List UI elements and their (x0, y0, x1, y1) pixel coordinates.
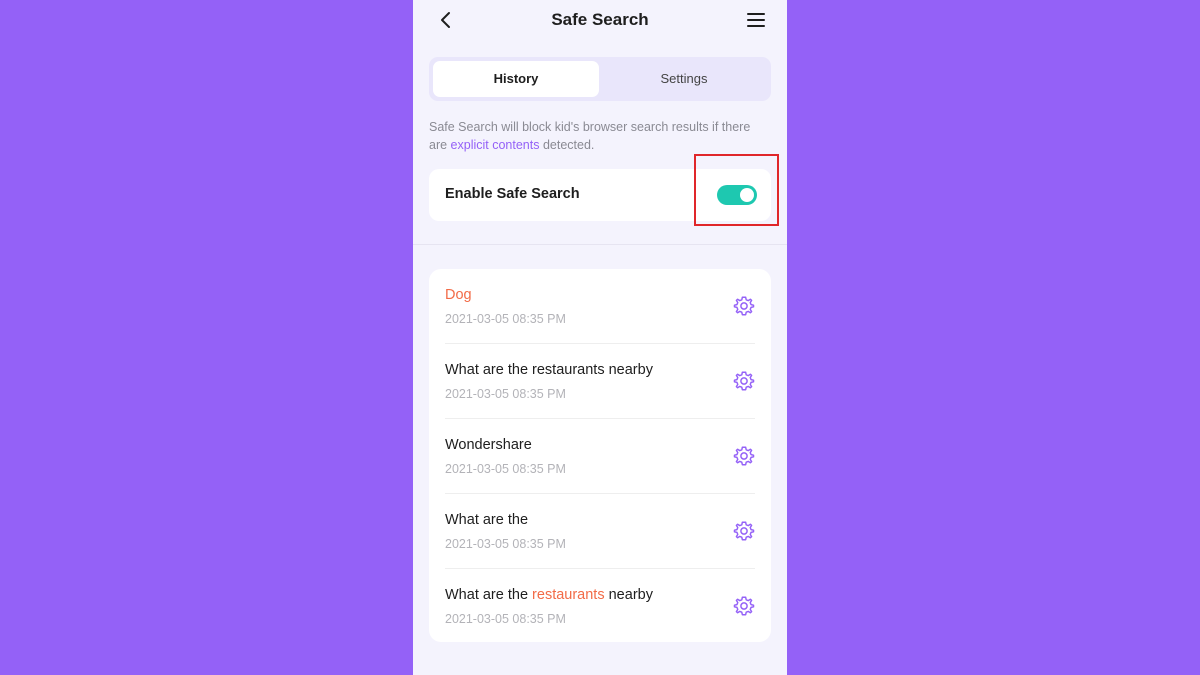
header: Safe Search (413, 0, 787, 42)
tab-settings[interactable]: Settings (601, 61, 767, 97)
list-item[interactable]: Wondershare 2021-03-05 08:35 PM (429, 419, 771, 494)
item-title-after: nearby (604, 587, 653, 603)
item-time: 2021-03-05 08:35 PM (445, 387, 566, 401)
item-time: 2021-03-05 08:35 PM (445, 537, 566, 551)
list-item[interactable]: What are the restaurants nearby 2021-03-… (429, 344, 771, 419)
list-item[interactable]: Dog 2021-03-05 08:35 PM (429, 269, 771, 344)
explicit-contents-link[interactable]: explicit contents (451, 138, 540, 152)
gear-icon[interactable] (733, 520, 755, 542)
item-title: What are the restaurants nearby (445, 362, 653, 378)
gear-icon[interactable] (733, 445, 755, 467)
highlight-box (694, 154, 779, 226)
item-title: Dog (445, 287, 472, 303)
description-after: detected. (539, 138, 595, 152)
tab-history[interactable]: History (433, 61, 599, 97)
list-item[interactable]: What are the restaurants nearby 2021-03-… (429, 569, 771, 644)
item-title-highlight: restaurants (532, 587, 605, 603)
item-time: 2021-03-05 08:35 PM (445, 462, 566, 476)
page-title: Safe Search (551, 10, 649, 29)
item-title: Wondershare (445, 437, 532, 453)
hamburger-menu-icon[interactable] (745, 9, 767, 31)
phone-screen: Safe Search History Settings Safe Search… (413, 0, 787, 675)
gear-icon[interactable] (733, 595, 755, 617)
item-time: 2021-03-05 08:35 PM (445, 612, 566, 626)
item-title: What are the restaurants nearby (445, 587, 653, 603)
item-title: What are the (445, 512, 529, 528)
gear-icon[interactable] (733, 370, 755, 392)
description-text: Safe Search will block kid's browser sea… (429, 118, 769, 154)
gear-icon[interactable] (733, 295, 755, 317)
tab-bar: History Settings (429, 57, 771, 101)
list-item[interactable]: What are the 2021-03-05 08:35 PM (429, 494, 771, 569)
history-list: Dog 2021-03-05 08:35 PM What are the res… (429, 269, 771, 642)
item-title-before: What are the (445, 587, 533, 603)
divider (413, 244, 787, 245)
toggle-label: Enable Safe Search (445, 186, 580, 202)
item-time: 2021-03-05 08:35 PM (445, 312, 566, 326)
